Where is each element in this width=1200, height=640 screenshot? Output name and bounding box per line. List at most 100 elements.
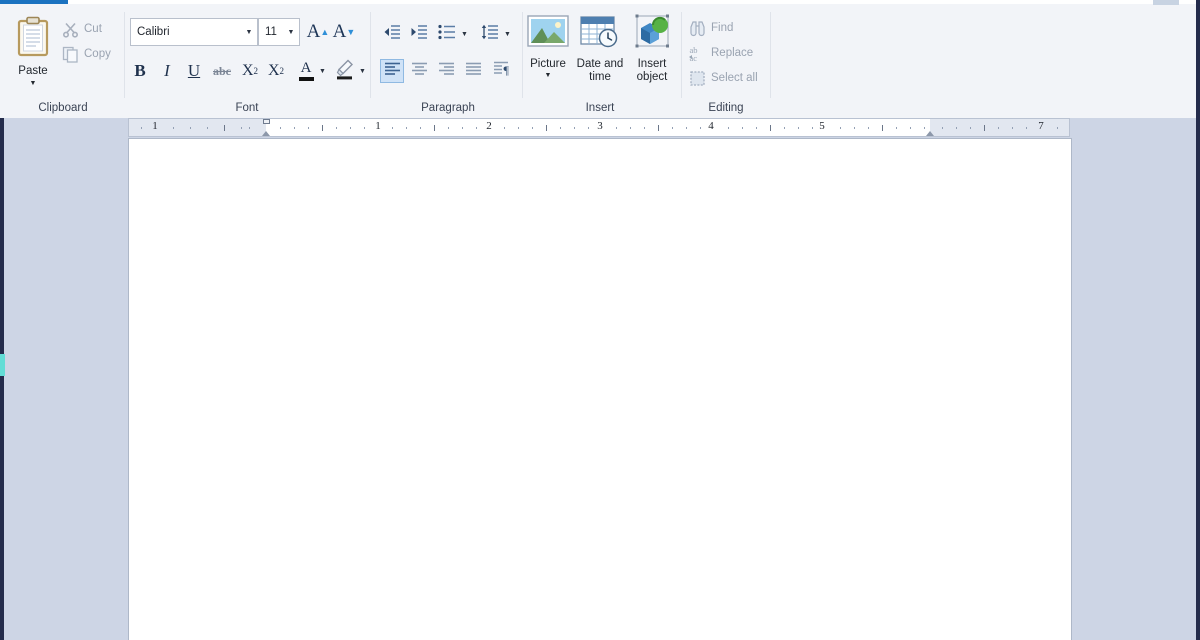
- text-color-swatch: [298, 77, 314, 81]
- group-label-font: Font: [235, 102, 259, 114]
- superscript-button[interactable]: X2: [266, 60, 286, 82]
- align-left-button[interactable]: [380, 59, 404, 83]
- paste-label: Paste: [18, 65, 48, 77]
- chevron-down-icon[interactable]: ▼: [283, 29, 299, 36]
- italic-label: I: [164, 61, 170, 80]
- copy-button[interactable]: Copy: [62, 43, 111, 65]
- ruler-number: 1: [375, 120, 381, 132]
- group-separator: [370, 12, 371, 98]
- chevron-down-icon[interactable]: ▼: [241, 29, 257, 36]
- align-justify-icon: [465, 62, 482, 81]
- copy-label: Copy: [84, 48, 111, 60]
- clipboard-icon: [8, 16, 58, 63]
- wordpad-window: Paste ▼ Cut Copy Clipboard Calibri ▼ 11 …: [0, 0, 1200, 640]
- ruler-number: 7: [1038, 120, 1044, 132]
- group-separator: [681, 12, 682, 98]
- line-spacing-button[interactable]: [479, 23, 501, 45]
- strikethrough-button[interactable]: abc: [210, 60, 234, 82]
- binoculars-icon: [689, 20, 706, 37]
- chevron-down-icon[interactable]: ▼: [359, 68, 366, 75]
- underline-label: U: [187, 61, 201, 80]
- find-button[interactable]: Find: [689, 17, 733, 39]
- font-family-combo[interactable]: Calibri ▼: [130, 18, 258, 46]
- find-label: Find: [711, 22, 734, 34]
- bold-label: B: [134, 61, 146, 80]
- ruler-number: 1: [152, 120, 158, 132]
- ruler-number: 3: [597, 120, 603, 132]
- text-color-button[interactable]: A: [296, 58, 316, 84]
- line-spacing-icon: [481, 24, 499, 45]
- font-size-value: 11: [265, 26, 277, 38]
- insert-picture-button[interactable]: Picture ▼: [521, 14, 575, 80]
- insert-picture-label: Picture: [530, 58, 566, 70]
- calendar-clock-icon: [577, 16, 623, 54]
- first-line-indent-marker[interactable]: [263, 119, 270, 124]
- align-right-icon: [438, 62, 455, 81]
- superscript-label: X: [267, 62, 280, 79]
- ribbon: Paste ▼ Cut Copy Clipboard Calibri ▼ 11 …: [0, 0, 1200, 118]
- group-label-clipboard: Clipboard: [38, 102, 88, 114]
- paste-button[interactable]: Paste ▼: [8, 12, 58, 94]
- group-label-paragraph: Paragraph: [421, 102, 475, 114]
- picture-icon: [525, 15, 571, 54]
- align-center-button[interactable]: [407, 59, 431, 83]
- italic-button[interactable]: I: [157, 60, 177, 82]
- increase-indent-icon: [410, 24, 428, 45]
- copy-icon: [62, 46, 79, 63]
- chevron-down-icon[interactable]: ▼: [504, 31, 511, 38]
- text-color-label: A: [300, 60, 312, 76]
- select-all-button[interactable]: Select all: [689, 67, 758, 89]
- grow-font-label: A: [306, 21, 321, 42]
- replace-label: Replace: [711, 47, 754, 59]
- decrease-indent-button[interactable]: [381, 23, 403, 45]
- paragraph-settings-button[interactable]: ¶: [489, 59, 513, 83]
- insert-object-button[interactable]: Insert object: [625, 14, 679, 84]
- align-justify-button[interactable]: [461, 59, 485, 83]
- bold-button[interactable]: B: [130, 60, 150, 82]
- grow-font-button[interactable]: A ▲: [306, 20, 330, 44]
- strikethrough-label: abc: [213, 63, 231, 78]
- document-text[interactable]: [129, 139, 1071, 153]
- insert-date-time-label-line2: time: [589, 71, 611, 83]
- group-label-editing: Editing: [708, 102, 744, 114]
- ruler-number: 5: [819, 120, 825, 132]
- replace-button[interactable]: ab ac Replace: [689, 42, 753, 64]
- svg-text:¶: ¶: [503, 63, 509, 76]
- right-indent-marker[interactable]: [926, 131, 934, 136]
- left-window-edge: [0, 118, 4, 640]
- bullets-button[interactable]: [436, 23, 458, 45]
- highlighter-icon: [335, 58, 355, 85]
- insert-date-time-button[interactable]: Date and time: [573, 14, 627, 84]
- insert-object-icon: [629, 14, 675, 54]
- ruler-right-margin: [930, 119, 1069, 136]
- paragraph-mark-icon: ¶: [493, 61, 510, 81]
- chevron-down-icon[interactable]: ▼: [319, 68, 326, 75]
- highlight-button[interactable]: [334, 58, 356, 84]
- group-separator: [124, 12, 125, 98]
- font-size-combo[interactable]: 11 ▼: [258, 18, 300, 46]
- document-workspace: [0, 138, 1200, 640]
- right-window-edge: [1196, 0, 1200, 640]
- cut-label: Cut: [84, 23, 102, 35]
- insert-object-label-line1: Insert: [637, 58, 667, 70]
- scissors-icon: [62, 21, 79, 38]
- subscript-index: 2: [253, 66, 259, 76]
- left-edge-accent[interactable]: [0, 354, 5, 376]
- chevron-down-icon[interactable]: ▼: [521, 71, 575, 80]
- shrink-font-button[interactable]: A ▼: [332, 20, 356, 44]
- select-all-label: Select all: [711, 72, 758, 84]
- font-family-value: Calibri: [137, 26, 170, 38]
- align-right-button[interactable]: [434, 59, 458, 83]
- ribbon-body: Paste ▼ Cut Copy Clipboard Calibri ▼ 11 …: [0, 4, 1200, 118]
- group-separator: [770, 12, 771, 98]
- left-indent-marker[interactable]: [262, 131, 270, 136]
- chevron-down-icon[interactable]: ▼: [461, 31, 468, 38]
- document-page[interactable]: [128, 138, 1072, 640]
- subscript-button[interactable]: X2: [240, 60, 260, 82]
- underline-button[interactable]: U: [184, 60, 204, 82]
- chevron-down-icon[interactable]: ▼: [8, 80, 58, 88]
- shrink-font-label: A: [332, 21, 347, 42]
- cut-button[interactable]: Cut: [62, 18, 102, 40]
- ruler[interactable]: 1 1 2 3 4 5 7: [128, 118, 1070, 137]
- increase-indent-button[interactable]: [408, 23, 430, 45]
